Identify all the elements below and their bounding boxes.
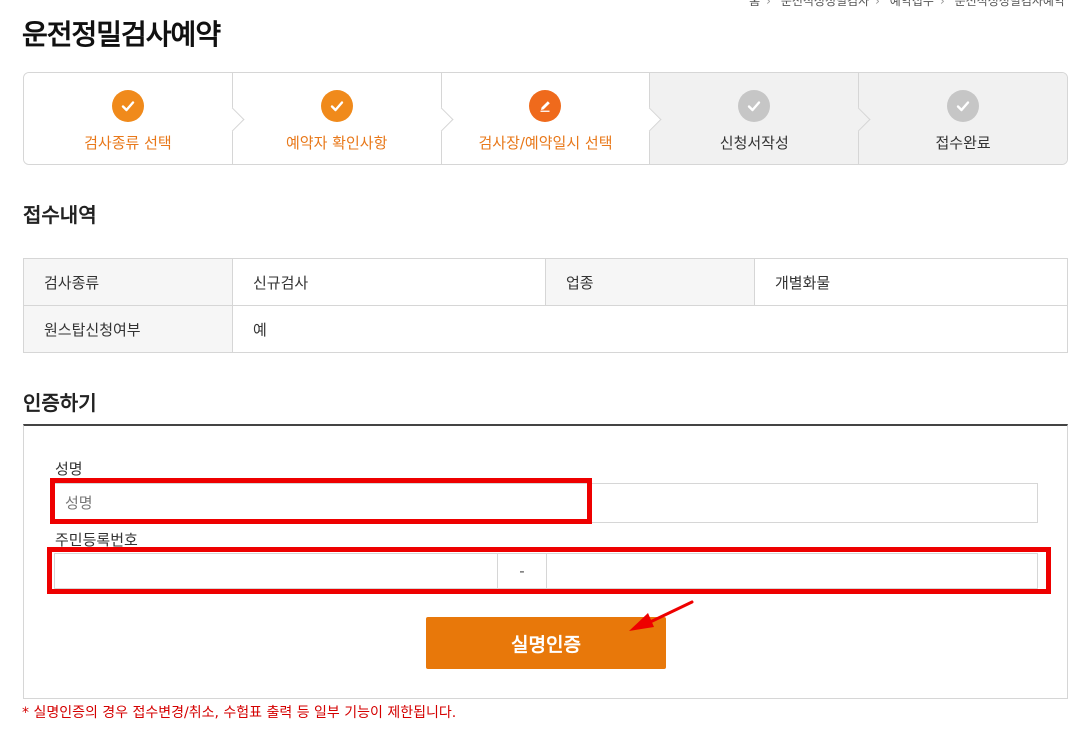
step-2: 예약자 확인사항 — [231, 73, 454, 164]
step-label: 예약자 확인사항 — [286, 134, 388, 152]
check-icon — [947, 90, 980, 122]
step-label: 검사종류 선택 — [84, 134, 172, 152]
pencil-icon — [529, 90, 562, 122]
table-cell: 신규검사 — [232, 258, 546, 306]
auth-form: 성명 주민등록번호 - 실명인증 — [23, 424, 1068, 699]
receipt-section-title: 접수내역 — [23, 203, 97, 227]
check-icon — [111, 90, 144, 122]
page-title: 운전정밀검사예약 — [22, 18, 221, 51]
notice-text: * 실명인증의 경우 접수변경/취소, 수험표 출력 등 일부 기능이 제한됩니… — [22, 705, 457, 721]
check-icon — [320, 90, 353, 122]
table-row: 검사종류 신규검사 업종 개별화물 — [23, 258, 1068, 306]
table-header-cell: 원스탑신청여부 — [23, 305, 233, 353]
step-4: 신청서작성 — [649, 73, 871, 164]
table-row: 원스탑신청여부 예 — [23, 305, 1068, 353]
jumin-front-input[interactable] — [55, 554, 497, 588]
step-3: 검사장/예약일시 선택 — [440, 73, 662, 164]
annotation-arrow-icon — [629, 600, 694, 631]
jumin-label: 주민등록번호 — [55, 531, 138, 549]
table-header-cell: 검사종류 — [23, 258, 233, 306]
step-indicator: 검사종류 선택 예약자 확인사항 검사장/예약일시 선택 신청서작성 접수완료 — [23, 72, 1068, 165]
step-1: 검사종류 선택 — [24, 73, 245, 164]
chevron-right-icon: › — [939, 0, 945, 8]
breadcrumb-home[interactable]: 홈 — [749, 0, 760, 8]
name-input[interactable] — [54, 483, 1038, 523]
table-cell: 예 — [232, 305, 1068, 353]
auth-section-title: 인증하기 — [23, 391, 97, 415]
check-icon — [738, 90, 771, 122]
breadcrumb-item[interactable]: 운전적성정밀검사 — [781, 0, 869, 8]
jumin-field: - — [54, 553, 1038, 589]
step-label: 검사장/예약일시 선택 — [478, 134, 613, 152]
step-label: 접수완료 — [935, 134, 991, 152]
jumin-separator: - — [497, 554, 547, 588]
receipt-table: 검사종류 신규검사 업종 개별화물 원스탑신청여부 예 — [23, 258, 1068, 353]
breadcrumb: 홈 › 운전적성정밀검사 › 예약접수 › 운전적성정밀검사예약 — [746, 0, 1068, 9]
step-5: 접수완료 — [858, 73, 1067, 164]
step-label: 신청서작성 — [719, 134, 789, 152]
chevron-right-icon: › — [875, 0, 880, 8]
table-header-cell: 업종 — [545, 258, 755, 306]
table-cell: 개별화물 — [754, 258, 1068, 306]
name-label: 성명 — [55, 460, 83, 478]
breadcrumb-item[interactable]: 예약접수 — [890, 0, 934, 8]
jumin-back-input[interactable] — [547, 554, 1037, 588]
chevron-right-icon: › — [766, 0, 771, 8]
breadcrumb-current: 운전적성정밀검사예약 — [954, 0, 1065, 8]
